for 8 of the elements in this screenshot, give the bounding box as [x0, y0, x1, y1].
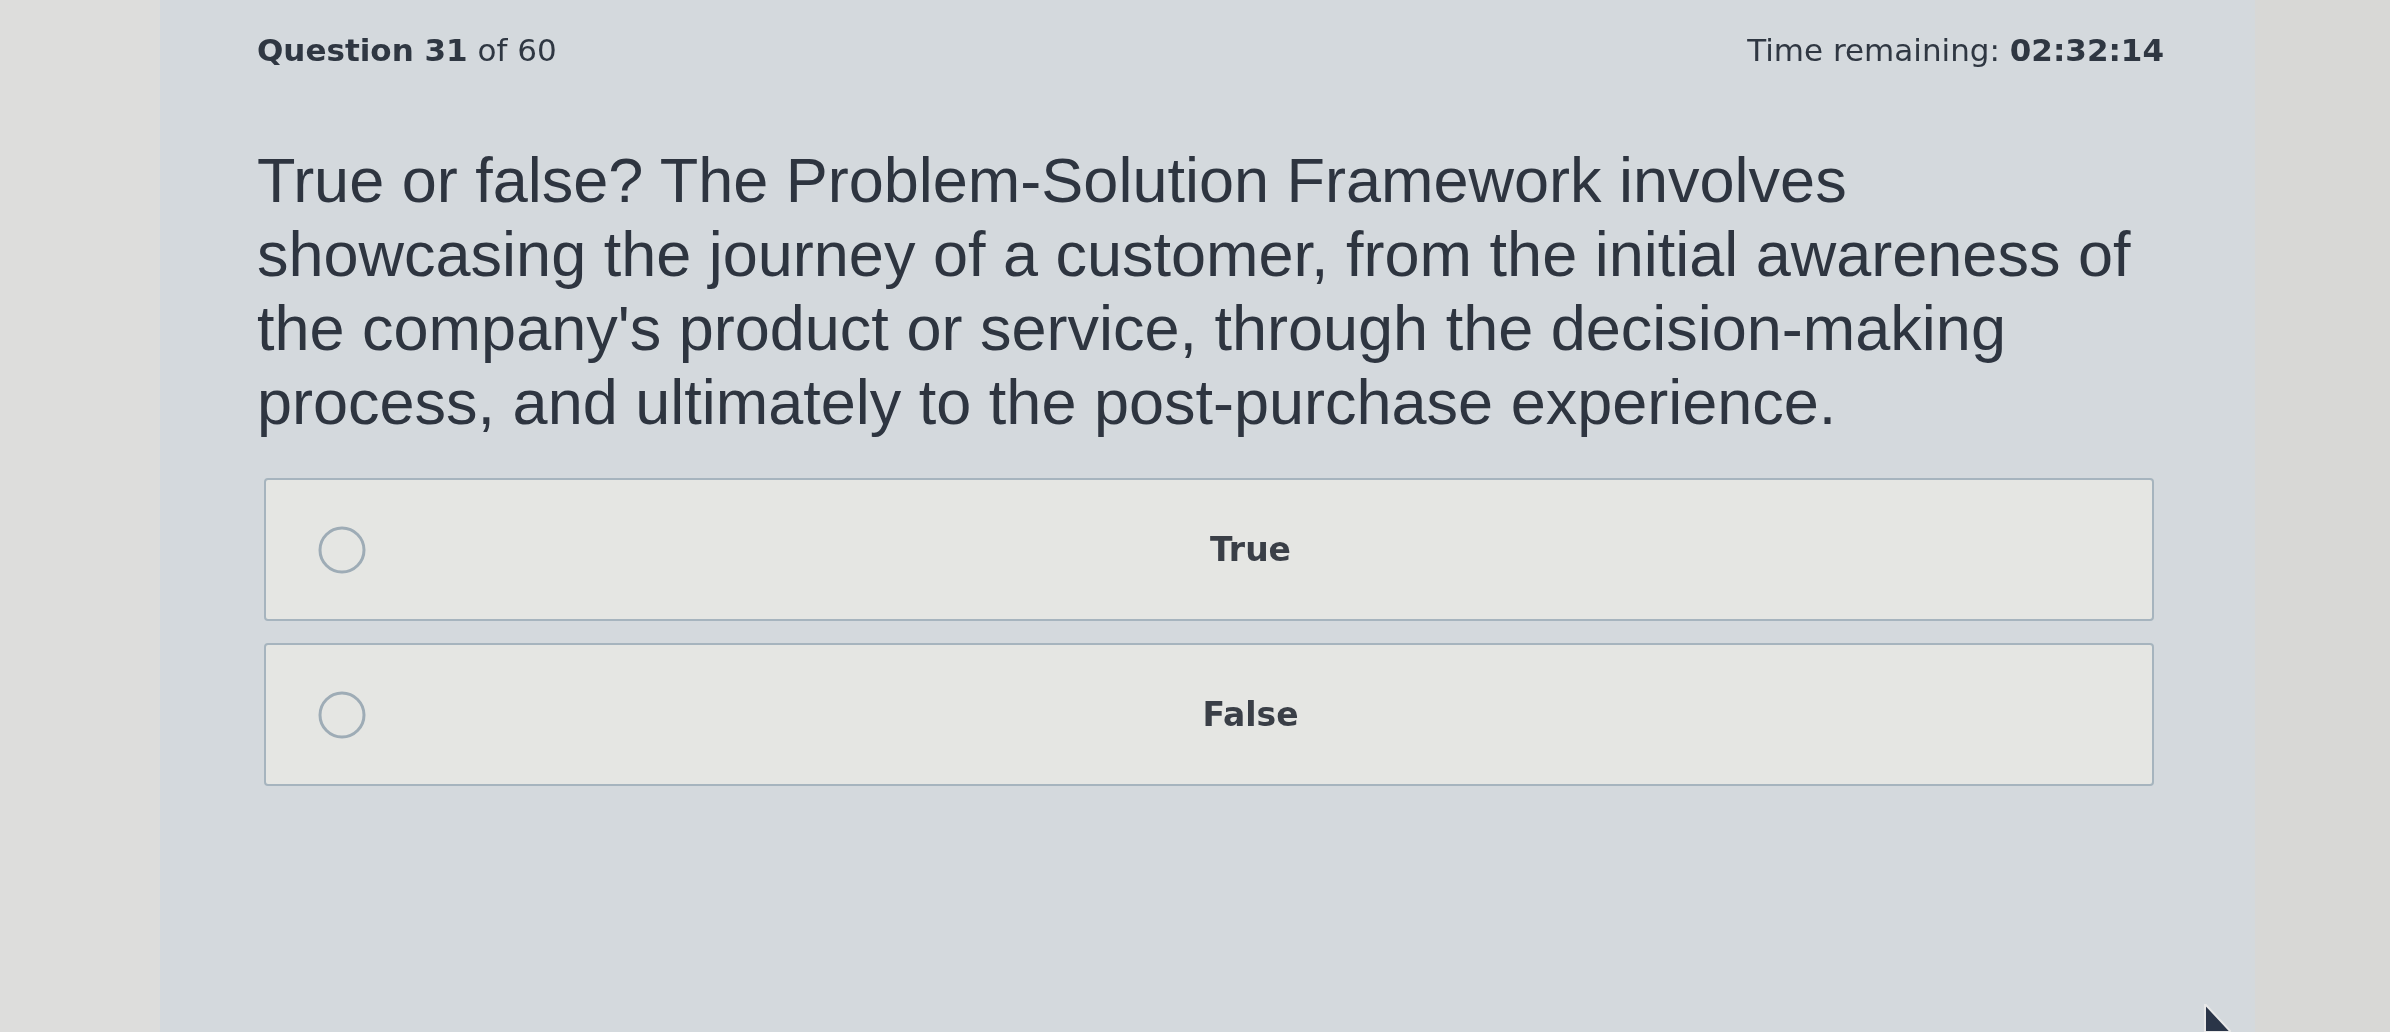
question-text: True or false? The Problem-Solution Framework involves showcasing the journey of a customer, from the initial awareness of the company's product or service, through the decision-making process, and ultimately to the post-purchase experience. [257, 144, 2132, 439]
radio-button-icon[interactable] [318, 690, 366, 739]
time-remaining: Time remaining: 02:32:14 [1747, 31, 2164, 70]
cursor-icon [2203, 1004, 2231, 1032]
radio-button-icon[interactable] [318, 525, 366, 574]
question-counter: Question 31 of 60 [257, 31, 557, 70]
answer-option[interactable]: True [264, 478, 2154, 621]
answer-option[interactable]: False [264, 643, 2154, 786]
